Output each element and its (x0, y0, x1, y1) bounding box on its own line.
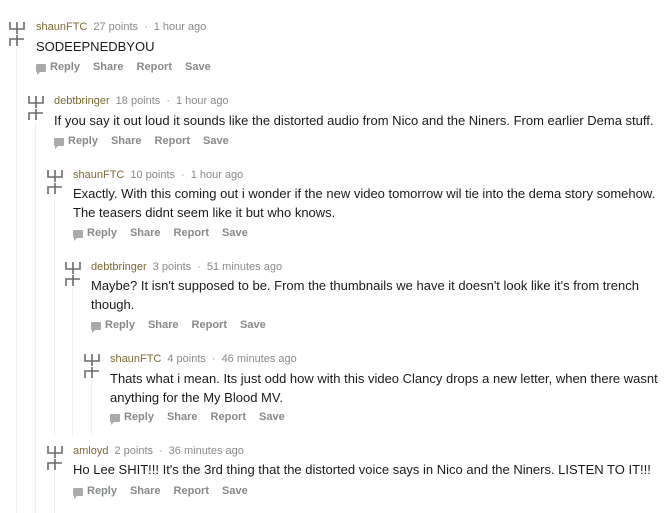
points: 3 points (152, 261, 192, 273)
author-link[interactable]: shaunFTC (110, 353, 161, 365)
points: 4 points (167, 353, 206, 365)
share-button[interactable]: Share (130, 485, 161, 497)
save-button[interactable]: Save (222, 227, 248, 239)
separator: · (211, 353, 216, 365)
vote-icon[interactable] (9, 21, 25, 47)
thread-line[interactable] (72, 288, 73, 436)
share-button[interactable]: Share (130, 227, 161, 239)
comment-actions: Reply Share Report Save (73, 227, 261, 241)
separator: · (159, 445, 163, 457)
comment-meta: debtbringer 3 points · 51 minutes ago (91, 261, 282, 273)
save-button[interactable]: Save (185, 61, 211, 73)
comment-body: SODEEPNEDBYOU (36, 39, 155, 54)
timestamp[interactable]: 1 hour ago (176, 95, 229, 107)
reply-button[interactable]: Reply (54, 135, 98, 149)
vote-icon[interactable] (47, 169, 63, 195)
separator: · (144, 21, 148, 33)
thread-line[interactable] (54, 470, 55, 513)
points: 10 points (130, 169, 176, 181)
comment-meta: amloyd 2 points · 36 minutes ago (73, 445, 244, 457)
thread-line[interactable] (16, 48, 17, 513)
comment-meta: shaunFTC 10 points · 1 hour ago (73, 169, 243, 181)
reply-button[interactable]: Reply (110, 411, 154, 425)
comment-body: Thats what i mean. Its just odd how with… (110, 371, 658, 405)
points: 18 points (115, 95, 161, 107)
reply-button[interactable]: Reply (91, 319, 135, 333)
comment-actions: Reply Share Report Save (36, 61, 224, 75)
comment-body: If you say it out loud it sounds like th… (54, 113, 654, 128)
comment-meta: shaunFTC 4 points · 46 minutes ago (110, 353, 297, 365)
timestamp[interactable]: 1 hour ago (191, 169, 244, 181)
share-button[interactable]: Share (111, 135, 142, 147)
share-button[interactable]: Share (93, 61, 124, 73)
separator: · (166, 95, 170, 107)
report-button[interactable]: Report (192, 319, 227, 331)
save-button[interactable]: Save (222, 485, 248, 497)
points: 27 points (93, 21, 139, 33)
timestamp[interactable]: 51 minutes ago (207, 261, 282, 273)
thread-line[interactable] (54, 196, 55, 436)
reply-button[interactable]: Reply (73, 485, 117, 499)
comment-actions: Reply Share Report Save (91, 319, 279, 333)
comment-actions: Reply Share Report Save (73, 485, 261, 499)
points: 2 points (114, 445, 153, 457)
comment-body: Maybe? It isn't supposed to be. From the… (91, 278, 639, 312)
timestamp[interactable]: 36 minutes ago (169, 445, 244, 457)
comment-bubble-icon (73, 488, 83, 499)
vote-icon[interactable] (65, 261, 81, 287)
comment-actions: Reply Share Report Save (110, 411, 298, 425)
comment-bubble-icon (110, 414, 120, 425)
comment-bubble-icon (73, 230, 83, 241)
reply-button[interactable]: Reply (36, 61, 80, 75)
author-link[interactable]: shaunFTC (36, 21, 87, 33)
comment-bubble-icon (54, 138, 64, 149)
vote-icon[interactable] (84, 353, 100, 379)
comment-actions: Reply Share Report Save (54, 135, 242, 149)
thread-line[interactable] (91, 380, 92, 436)
report-button[interactable]: Report (137, 61, 172, 73)
report-button[interactable]: Report (174, 227, 209, 239)
comment-meta: debtbringer 18 points · 1 hour ago (54, 95, 229, 107)
author-link[interactable]: shaunFTC (73, 169, 124, 181)
save-button[interactable]: Save (240, 319, 266, 331)
save-button[interactable]: Save (259, 411, 285, 423)
timestamp[interactable]: 46 minutes ago (222, 353, 297, 365)
share-button[interactable]: Share (167, 411, 198, 423)
separator: · (181, 169, 185, 181)
comment-body: Exactly. With this coming out i wonder i… (73, 186, 656, 220)
vote-icon[interactable] (28, 95, 44, 121)
timestamp[interactable]: 1 hour ago (154, 21, 207, 33)
author-link[interactable]: debtbringer (54, 95, 110, 107)
report-button[interactable]: Report (174, 485, 209, 497)
comment-bubble-icon (36, 64, 46, 75)
share-button[interactable]: Share (148, 319, 179, 331)
comment-bubble-icon (91, 322, 101, 333)
comment-meta: shaunFTC 27 points · 1 hour ago (36, 21, 206, 33)
separator: · (197, 261, 201, 273)
thread-line[interactable] (35, 122, 36, 513)
comment-body: Ho Lee SHIT!!! It's the 3rd thing that t… (73, 462, 651, 477)
save-button[interactable]: Save (203, 135, 229, 147)
report-button[interactable]: Report (211, 411, 246, 423)
report-button[interactable]: Report (155, 135, 190, 147)
author-link[interactable]: debtbringer (91, 261, 147, 273)
reply-button[interactable]: Reply (73, 227, 117, 241)
author-link[interactable]: amloyd (73, 445, 108, 457)
vote-icon[interactable] (47, 445, 63, 471)
